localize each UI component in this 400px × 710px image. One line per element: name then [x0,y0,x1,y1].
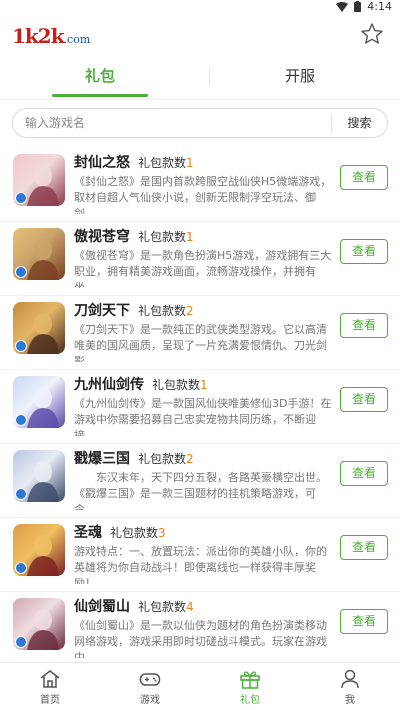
gift-list-item[interactable]: 九州仙剑传 礼包款数1 《九州仙剑传》是一款国风仙侠唯美修仙3D手游！在游戏中你需要… [0,370,400,444]
game-badge-icon [15,636,27,648]
game-badge-icon [15,414,27,426]
app-header: 1k2k.com [0,14,400,54]
status-time: 4:14 [367,0,392,13]
search-button[interactable]: 搜索 [331,114,387,132]
game-description: 游戏特点：一、放置玩法：派出你的英雄小队，你的英雄将为你自动战斗！即使离线也一样… [74,545,327,584]
gift-list-item[interactable]: 封仙之怒 礼包款数1 《封仙之怒》是国内首款跨服空战仙侠H5微端游戏，取材自超人气仙… [0,148,400,222]
gift-count: 2 [186,304,194,318]
game-description: 《九州仙剑传》是一款国风仙侠唯美修仙3D手游！在游戏中你需要招募自己忠实宠物共同… [74,397,332,436]
game-description: 《封仙之怒》是国内首款跨服空战仙侠H5微端游戏，取材自超人气仙侠小说，创新无限制… [74,175,332,214]
game-thumbnail[interactable] [13,302,65,354]
game-description: 东汉末年，天下四分五裂，各路英豪横空出世。《戳爆三国》是一款三国题材的挂机策略游… [74,471,327,510]
game-badge-icon [15,340,27,352]
wifi-icon [336,1,349,12]
user-icon [341,669,359,689]
gift-count-label: 礼包款数 [138,304,187,318]
view-button[interactable]: 查看 [340,609,388,634]
status-bar: 4:14 [0,0,400,14]
game-thumbnail[interactable] [13,450,65,502]
game-name: 圣魂 礼包款数3 [74,525,166,541]
game-badge-icon [15,266,27,278]
search-box: 搜索 [12,108,388,138]
view-button[interactable]: 查看 [340,165,388,190]
game-thumbnail[interactable] [13,598,65,650]
gamepad-icon [139,673,161,686]
game-description: 《仙剑蜀山》是一款以仙侠为题材的角色扮演类移动网络游戏，游戏采用即时切磋战斗模式… [74,619,327,658]
battery-icon [354,1,362,12]
game-thumbnail[interactable] [13,524,65,576]
game-badge-icon [15,488,27,500]
game-description: 《刀剑天下》是一款纯正的武侠类型游戏。它以高清唯美的国风画质，呈现了一片充满爱恨… [74,323,327,362]
gift-list-item[interactable]: 圣魂 礼包款数3 游戏特点：一、放置玩法：派出你的英雄小队，你的英雄将为你自动战斗！… [0,518,400,592]
tab-gift[interactable]: 礼包 [0,54,200,99]
gift-count-label: 礼包款数 [138,452,187,466]
game-thumbnail[interactable] [13,154,65,206]
gift-count: 3 [158,526,166,540]
game-badge-icon [15,562,27,574]
nav-games[interactable]: 游戏 [100,663,200,710]
gift-list-item[interactable]: 傲视苍穹 礼包款数1 《傲视苍穹》是一款角色扮演H5游戏，游戏拥有三大职业，拥有精美… [0,222,400,296]
game-name: 刀剑天下 礼包款数2 [74,303,194,319]
tab-bar: 礼包 开服 [0,54,400,100]
nav-home[interactable]: 首页 [0,663,100,710]
game-description: 《傲视苍穹》是一款角色扮演H5游戏，游戏拥有三大职业，拥有精美游戏画面，流畅游戏… [74,249,332,288]
view-button[interactable]: 查看 [340,461,388,486]
gift-count-label: 礼包款数 [138,230,187,244]
game-thumbnail[interactable] [13,228,65,280]
gift-count-label: 礼包款数 [138,600,187,614]
view-button[interactable]: 查看 [340,239,388,264]
gift-count-label: 礼包款数 [138,156,187,170]
gift-list-item[interactable]: 刀剑天下 礼包款数2 《刀剑天下》是一款纯正的武侠类型游戏。它以高清唯美的国风画质，… [0,296,400,370]
gift-list: 封仙之怒 礼包款数1 《封仙之怒》是国内首款跨服空战仙侠H5微端游戏，取材自超人气仙… [0,148,400,662]
gift-count: 1 [186,156,194,170]
bottom-nav: 首页 游戏 礼包 我 [0,662,400,710]
gift-list-item[interactable]: 仙剑蜀山 礼包款数4 《仙剑蜀山》是一款以仙侠为题材的角色扮演类移动网络游戏，游戏采… [0,592,400,662]
view-button[interactable]: 查看 [340,387,388,412]
gift-count-label: 礼包款数 [152,378,201,392]
gift-icon [240,671,260,689]
search-bar: 搜索 [0,100,400,148]
gift-count-label: 礼包款数 [110,526,159,540]
game-name: 戳爆三国 礼包款数2 [74,451,194,467]
gift-count: 4 [186,600,194,614]
nav-me[interactable]: 我 [300,663,400,710]
home-icon [40,670,60,688]
game-thumbnail[interactable] [13,376,65,428]
game-name: 仙剑蜀山 礼包款数4 [74,599,194,615]
view-button[interactable]: 查看 [340,313,388,338]
tab-server-open[interactable]: 开服 [200,54,400,99]
gift-count: 1 [200,378,208,392]
view-button[interactable]: 查看 [340,535,388,560]
favorite-star-icon[interactable] [360,22,384,46]
game-name: 傲视苍穹 礼包款数1 [74,229,194,245]
game-badge-icon [15,192,27,204]
site-logo: 1k2k.com [12,24,91,48]
gift-list-item[interactable]: 戳爆三国 礼包款数2 东汉末年，天下四分五裂，各路英豪横空出世。《戳爆三国》是一款… [0,444,400,518]
game-name: 封仙之怒 礼包款数1 [74,155,194,171]
search-input[interactable] [13,116,331,130]
gift-count: 1 [186,230,194,244]
game-name: 九州仙剑传 礼包款数1 [74,377,208,393]
tab-underline [52,94,148,97]
gift-count: 2 [186,452,194,466]
nav-gift[interactable]: 礼包 [200,663,300,710]
